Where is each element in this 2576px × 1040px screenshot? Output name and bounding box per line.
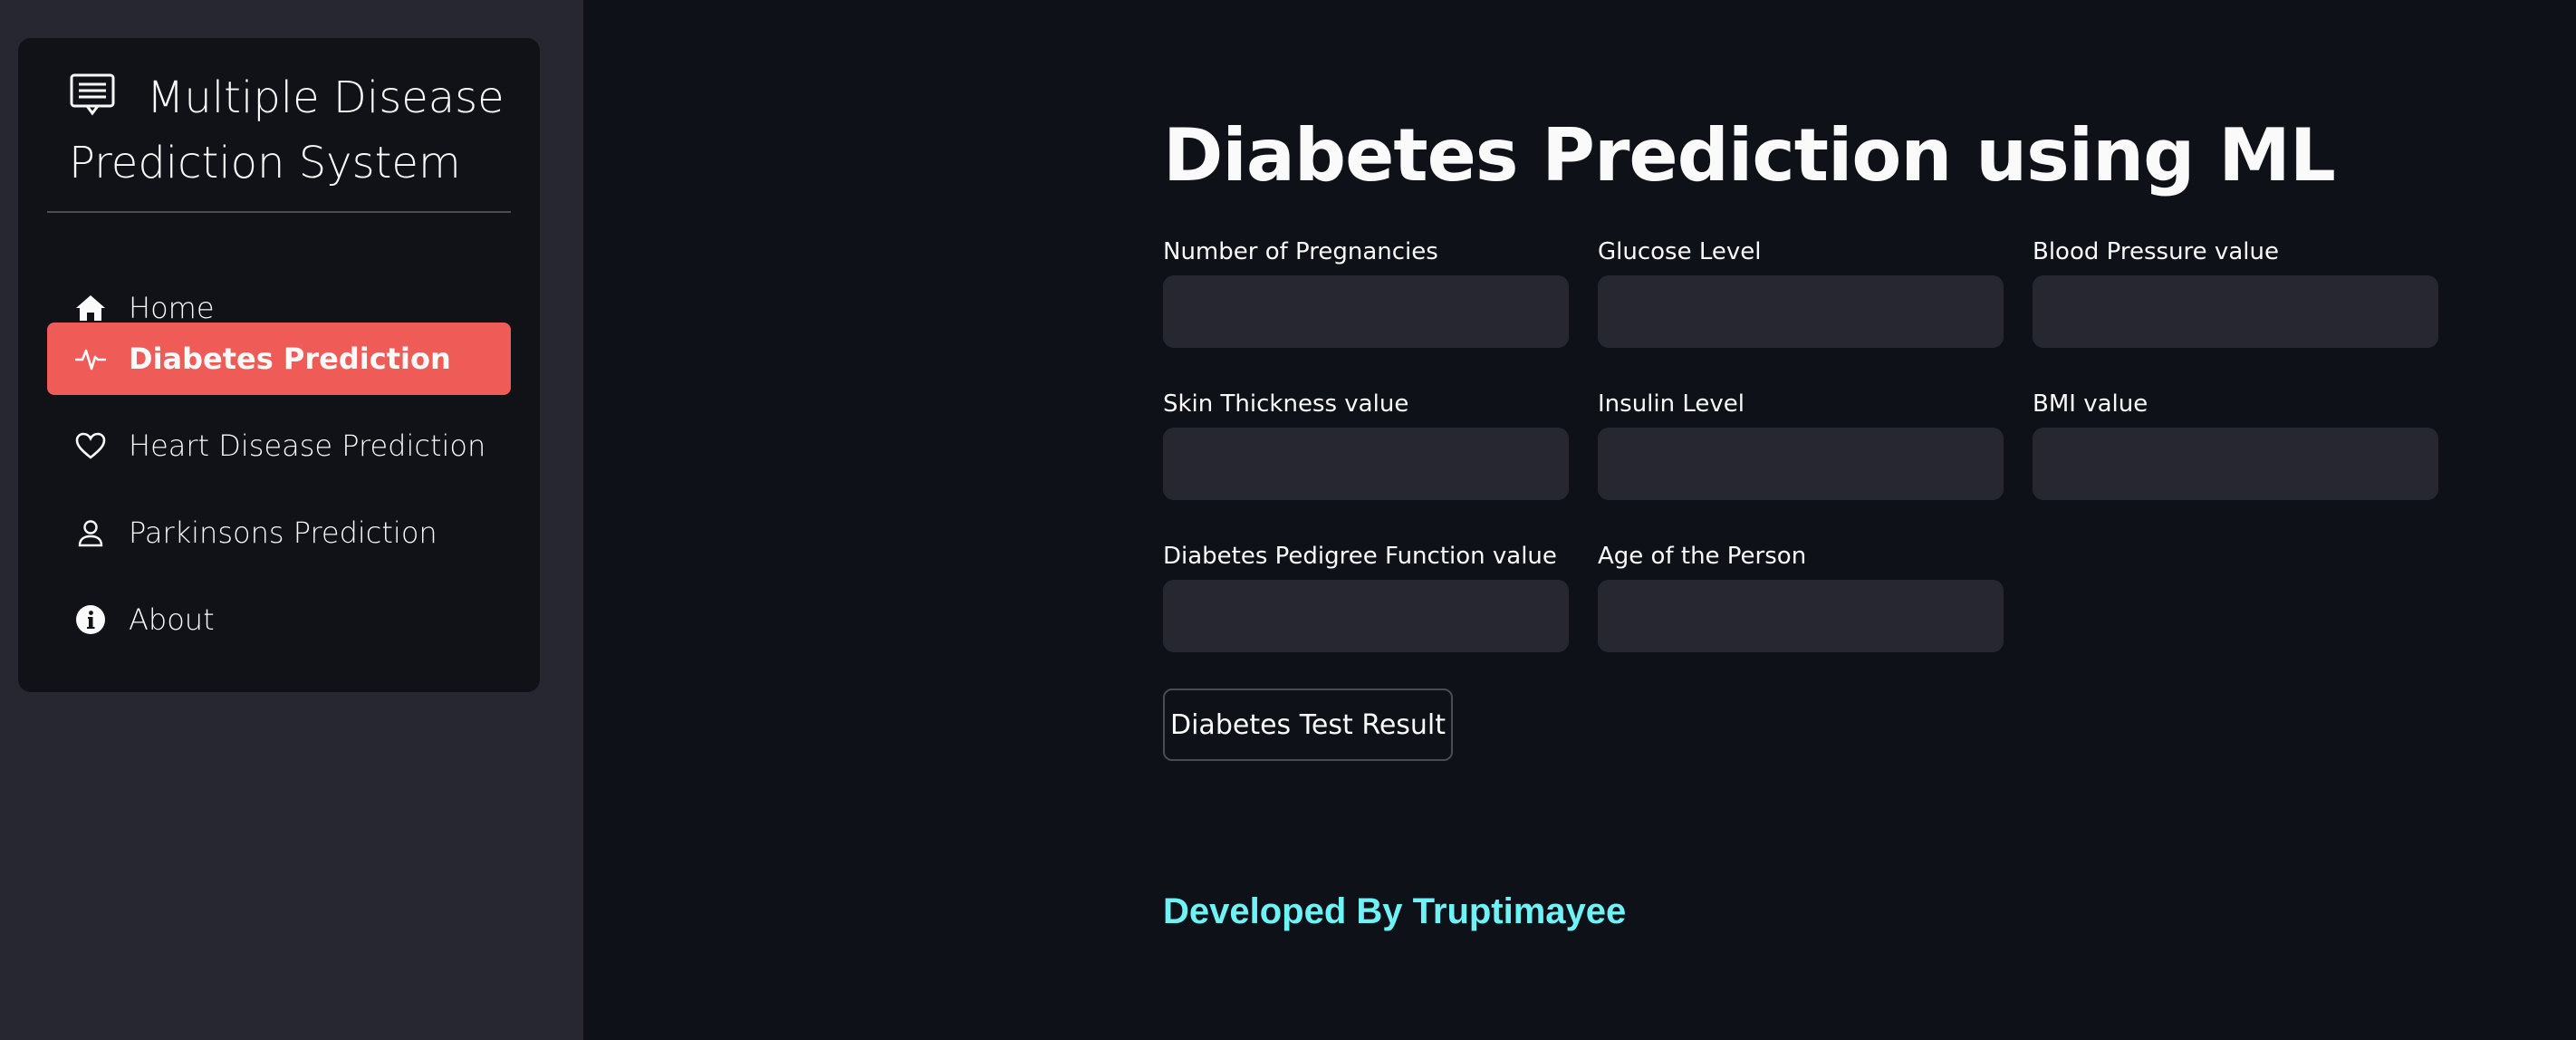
heart-icon bbox=[74, 429, 107, 462]
main-content: Diabetes Prediction using ML Number of P… bbox=[583, 0, 2576, 1040]
pedigree-field: Diabetes Pedigree Function value bbox=[1163, 540, 1569, 652]
sidebar-item-label: About bbox=[129, 602, 215, 637]
pregnancies-field: Number of Pregnancies bbox=[1163, 236, 1569, 348]
insulin-field: Insulin Level bbox=[1598, 388, 2004, 500]
menu-divider bbox=[47, 211, 511, 213]
age-field: Age of the Person bbox=[1598, 540, 2004, 652]
glucose-input[interactable] bbox=[1598, 275, 2004, 348]
sidebar: Multiple Disease Prediction System Home … bbox=[0, 0, 583, 1040]
menu-title-text: Multiple Disease Prediction System bbox=[69, 72, 505, 188]
person-icon bbox=[74, 516, 107, 549]
sidebar-item-about[interactable]: About bbox=[47, 583, 511, 656]
field-label: Age of the Person bbox=[1598, 543, 1807, 570]
pregnancies-input[interactable] bbox=[1163, 275, 1569, 348]
option-menu: Multiple Disease Prediction System Home … bbox=[18, 38, 540, 692]
bmi-input[interactable] bbox=[2033, 428, 2438, 500]
heartbeat-icon bbox=[74, 342, 107, 375]
field-label: Diabetes Pedigree Function value bbox=[1163, 543, 1557, 570]
page-title: Diabetes Prediction using ML bbox=[1163, 113, 2336, 197]
bmi-field: BMI value bbox=[2033, 388, 2438, 500]
sidebar-item-label: Heart Disease Prediction bbox=[129, 429, 486, 463]
sidebar-item-heart-disease-prediction[interactable]: Heart Disease Prediction bbox=[47, 409, 511, 482]
footer-credit: Developed By Truptimayee bbox=[1163, 891, 1627, 931]
field-label: Blood Pressure value bbox=[2033, 238, 2279, 265]
field-label: BMI value bbox=[2033, 390, 2148, 418]
sidebar-item-parkinsons-prediction[interactable]: Parkinsons Prediction bbox=[47, 496, 511, 569]
field-label: Insulin Level bbox=[1598, 390, 1745, 418]
skin-thickness-field: Skin Thickness value bbox=[1163, 388, 1569, 500]
list-card-icon bbox=[69, 69, 116, 116]
diabetes-test-result-button[interactable]: Diabetes Test Result bbox=[1163, 689, 1453, 761]
field-label: Number of Pregnancies bbox=[1163, 238, 1438, 265]
age-input[interactable] bbox=[1598, 580, 2004, 652]
sidebar-item-label: Diabetes Prediction bbox=[129, 342, 451, 376]
field-label: Skin Thickness value bbox=[1163, 390, 1409, 418]
house-icon bbox=[74, 292, 107, 324]
app-root: Multiple Disease Prediction System Home … bbox=[0, 0, 2576, 1040]
blood-pressure-field: Blood Pressure value bbox=[2033, 236, 2438, 348]
pedigree-input[interactable] bbox=[1163, 580, 1569, 652]
info-icon bbox=[74, 603, 107, 636]
blood-pressure-input[interactable] bbox=[2033, 275, 2438, 348]
insulin-input[interactable] bbox=[1598, 428, 2004, 500]
skin-thickness-input[interactable] bbox=[1163, 428, 1569, 500]
field-label: Glucose Level bbox=[1598, 238, 1762, 265]
sidebar-item-diabetes-prediction[interactable]: Diabetes Prediction bbox=[47, 323, 511, 395]
sidebar-item-label: Parkinsons Prediction bbox=[129, 515, 437, 550]
menu-title: Multiple Disease Prediction System bbox=[69, 65, 513, 196]
sidebar-item-label: Home bbox=[129, 291, 215, 325]
glucose-field: Glucose Level bbox=[1598, 236, 2004, 348]
